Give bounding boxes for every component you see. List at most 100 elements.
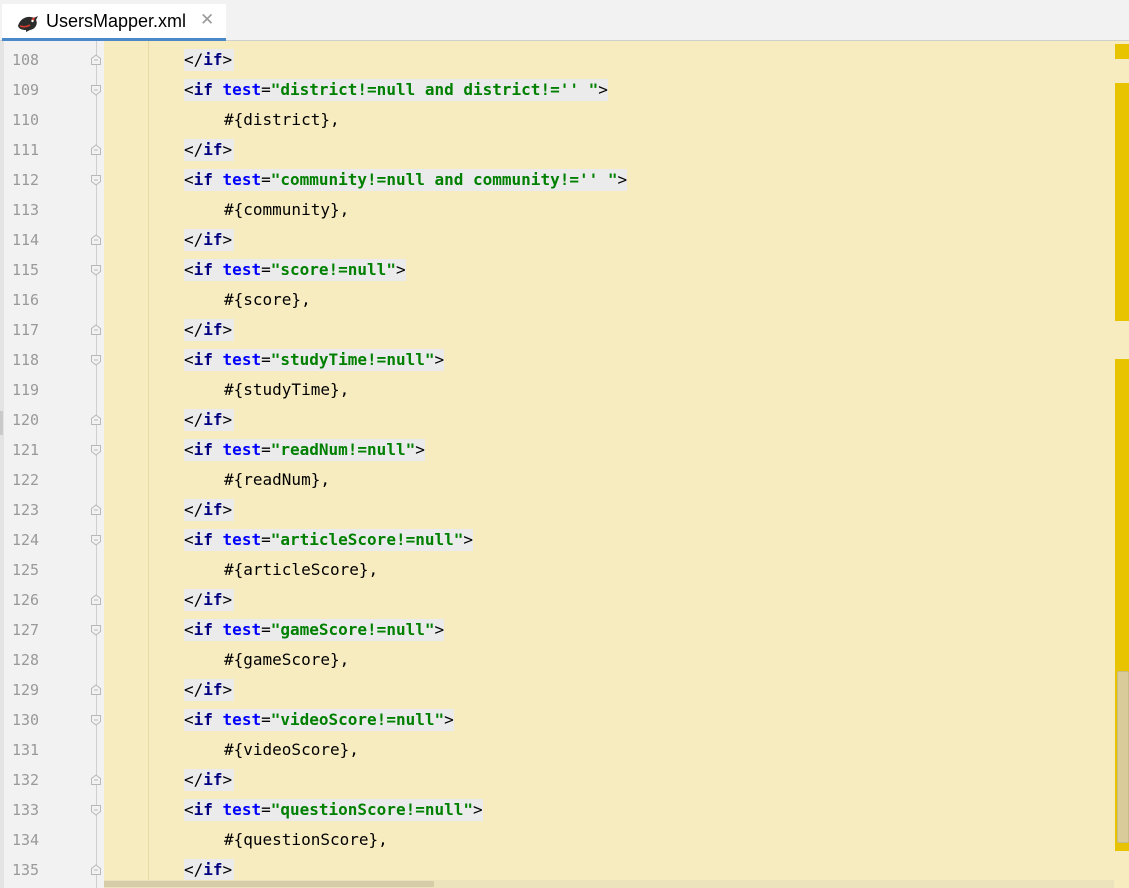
code-line[interactable]: 128 #{gameScore}, [0,645,1114,675]
parameter-expression: #{district}, [224,110,340,129]
fold-end-icon[interactable] [90,684,102,696]
code-line[interactable]: 124 <if test="articleScore!=null"> [0,525,1114,555]
code-line[interactable]: 115 <if test="score!=null"> [0,255,1114,285]
parameter-expression: #{score}, [224,290,311,309]
line-number: 123 [12,501,40,519]
code-line[interactable]: 120 </if> [0,405,1114,435]
line-number: 129 [12,681,40,699]
line-number: 109 [12,81,40,99]
tab-usersmapper-xml[interactable]: UsersMapper.xml ✕ [2,4,226,41]
code-line[interactable]: 114 </if> [0,225,1114,255]
error-stripe-marker[interactable] [1115,44,1129,59]
code-line[interactable]: 111 </if> [0,135,1114,165]
line-number: 133 [12,801,40,819]
fold-collapse-icon[interactable] [90,714,102,726]
fold-collapse-icon[interactable] [90,264,102,276]
opening-if-tag: <if test="videoScore!=null"> [184,709,454,731]
closing-if-tag: </if> [184,229,235,251]
line-number: 108 [12,51,40,69]
fold-end-icon[interactable] [90,324,102,336]
code-line[interactable]: 116 #{score}, [0,285,1114,315]
tab-title: UsersMapper.xml [46,11,187,31]
opening-if-tag: <if test="questionScore!=null"> [184,799,483,821]
closing-if-tag: </if> [184,49,235,71]
line-number: 122 [12,471,40,489]
code-line[interactable]: 125 #{articleScore}, [0,555,1114,585]
fold-end-icon[interactable] [90,54,102,66]
code-line[interactable]: 129 </if> [0,675,1114,705]
fold-end-icon[interactable] [90,864,102,876]
opening-if-tag: <if test="studyTime!=null"> [184,349,445,371]
code-line[interactable]: 121 <if test="readNum!=null"> [0,435,1114,465]
parameter-expression: #{gameScore}, [224,650,350,669]
fold-end-icon[interactable] [90,774,102,786]
code-line[interactable]: 131 #{videoScore}, [0,735,1114,765]
parameter-expression: #{articleScore}, [224,560,379,579]
code-editor[interactable]: 108 </if> 109 <if test="district!=null and … [0,41,1129,888]
closing-if-tag: </if> [184,859,235,881]
line-number: 115 [12,261,40,279]
line-number: 111 [12,141,40,159]
error-stripe-marker[interactable] [1115,83,1129,321]
fold-collapse-icon[interactable] [90,354,102,366]
code-line[interactable]: 122 #{readNum}, [0,465,1114,495]
fold-collapse-icon[interactable] [90,444,102,456]
line-number: 113 [12,201,40,219]
fold-end-icon[interactable] [90,144,102,156]
closing-if-tag: </if> [184,409,235,431]
code-line[interactable]: 113 #{community}, [0,195,1114,225]
parameter-expression: #{community}, [224,200,350,219]
line-number: 116 [12,291,40,309]
code-line[interactable]: 118 <if test="studyTime!=null"> [0,345,1114,375]
opening-if-tag: <if test="community!=null and community!… [184,169,628,191]
line-number: 132 [12,771,40,789]
parameter-expression: #{videoScore}, [224,740,359,759]
line-number: 117 [12,321,40,339]
line-number: 110 [12,111,40,129]
fold-collapse-icon[interactable] [90,804,102,816]
parameter-expression: #{readNum}, [224,470,330,489]
line-number: 119 [12,381,40,399]
code-line[interactable]: 119 #{studyTime}, [0,375,1114,405]
closing-if-tag: </if> [184,679,235,701]
line-number: 134 [12,831,40,849]
code-line[interactable]: 133 <if test="questionScore!=null"> [0,795,1114,825]
horizontal-scrollbar[interactable] [104,880,1114,888]
code-line[interactable]: 108 </if> [0,45,1114,75]
code-line[interactable]: 109 <if test="district!=null and district… [0,75,1114,105]
line-number: 124 [12,531,40,549]
scrollbar-thumb[interactable] [1117,671,1129,843]
code-line[interactable]: 112 <if test="community!=null and communi… [0,165,1114,195]
opening-if-tag: <if test="score!=null"> [184,259,406,281]
opening-if-tag: <if test="articleScore!=null"> [184,529,474,551]
code-line[interactable]: 110 #{district}, [0,105,1114,135]
code-line[interactable]: 134 #{questionScore}, [0,825,1114,855]
fold-end-icon[interactable] [90,594,102,606]
code-line[interactable]: 117 </if> [0,315,1114,345]
code-line[interactable]: 127 <if test="gameScore!=null"> [0,615,1114,645]
line-number: 131 [12,741,40,759]
line-number: 130 [12,711,40,729]
fold-end-icon[interactable] [90,234,102,246]
fold-collapse-icon[interactable] [90,174,102,186]
code-line[interactable]: 132 </if> [0,765,1114,795]
close-icon[interactable]: ✕ [200,10,214,30]
line-number: 135 [12,861,40,879]
closing-if-tag: </if> [184,319,235,341]
fold-end-icon[interactable] [90,414,102,426]
fold-collapse-icon[interactable] [90,624,102,636]
horizontal-scrollbar-thumb[interactable] [104,881,434,887]
line-number: 125 [12,561,40,579]
closing-if-tag: </if> [184,769,235,791]
fold-end-icon[interactable] [90,504,102,516]
closing-if-tag: </if> [184,589,235,611]
code-line[interactable]: 123 </if> [0,495,1114,525]
line-number: 126 [12,591,40,609]
code-line[interactable]: 126 </if> [0,585,1114,615]
fold-collapse-icon[interactable] [90,534,102,546]
closing-if-tag: </if> [184,139,235,161]
code-line[interactable]: 130 <if test="videoScore!=null"> [0,705,1114,735]
parameter-expression: #{studyTime}, [224,380,350,399]
line-number: 128 [12,651,40,669]
fold-collapse-icon[interactable] [90,84,102,96]
